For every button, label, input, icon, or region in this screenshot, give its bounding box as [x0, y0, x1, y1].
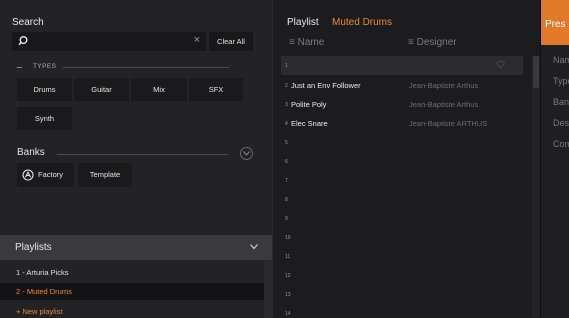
types-divider: TYPES: [17, 63, 229, 73]
table-row[interactable]: 14: [273, 304, 523, 318]
row-number: 5: [285, 140, 288, 146]
bank-label: Factory: [38, 170, 64, 179]
preset-info-panel: Pres Nam Type Ban Des Com: [540, 0, 569, 318]
column-header-designer[interactable]: ≡ Designer: [408, 37, 457, 48]
table-row[interactable]: 12: [273, 266, 523, 285]
table-row[interactable]: 6: [273, 152, 523, 171]
row-number: 14: [285, 311, 291, 317]
row-number: 9: [285, 216, 288, 222]
chevron-down-icon: [250, 244, 258, 250]
table-row[interactable]: 10: [273, 228, 523, 247]
table-row[interactable]: 13: [273, 285, 523, 304]
row-number: 7: [285, 178, 288, 184]
table-row[interactable]: 8: [273, 190, 523, 209]
type-button-guitar[interactable]: Guitar: [74, 78, 129, 101]
clear-search-icon[interactable]: ×: [194, 34, 200, 46]
table-row[interactable]: 1: [281, 56, 523, 75]
clear-all-button[interactable]: Clear All: [209, 32, 253, 51]
type-button-synth[interactable]: Synth: [17, 107, 72, 130]
heart-icon[interactable]: [496, 60, 505, 69]
type-button-drums[interactable]: Drums: [17, 78, 72, 101]
playlist-item[interactable]: 1 - Arturia Picks: [0, 264, 264, 281]
row-number: 4: [285, 121, 288, 127]
preset-designer: Jean-Baptiste Arthus: [409, 81, 479, 90]
scrollbar[interactable]: [264, 260, 272, 318]
table-row[interactable]: 4 Elec Snare Jean-Baptiste ARTHUS: [273, 114, 523, 133]
row-number: 6: [285, 159, 288, 165]
preset-designer: Jean-Baptiste Arthus: [409, 100, 479, 109]
arturia-logo-icon: [22, 169, 34, 181]
divider: [57, 154, 228, 155]
preset-name: Elec Snare: [291, 119, 328, 128]
divider: [63, 67, 229, 68]
row-number: 1: [285, 63, 288, 69]
table-row[interactable]: 11: [273, 247, 523, 266]
search-title: Search: [12, 17, 44, 28]
types-collapse-icon[interactable]: [17, 67, 22, 68]
table-row[interactable]: 7: [273, 171, 523, 190]
row-number: 3: [285, 102, 288, 108]
types-label: TYPES: [33, 63, 57, 70]
field-label-name: Nam: [553, 55, 569, 65]
row-number: 2: [285, 83, 288, 89]
bank-button-factory[interactable]: Factory: [17, 163, 74, 187]
scrollbar-thumb[interactable]: [533, 56, 539, 88]
row-number: 11: [285, 254, 291, 260]
row-number: 12: [285, 273, 291, 279]
preset-panel-title: Pres: [545, 19, 566, 30]
playlist-title: Playlist: [287, 17, 319, 28]
playlist-item-selected[interactable]: 2 - Muted Drums: [0, 283, 264, 300]
row-number: 10: [285, 235, 291, 241]
table-row[interactable]: 2 Just an Env Follower Jean-Baptiste Art…: [273, 76, 523, 95]
type-button-sfx[interactable]: SFX: [189, 78, 243, 101]
preset-panel-header: Pres: [541, 0, 569, 45]
table-row[interactable]: 5: [273, 133, 523, 152]
playlist-name: Muted Drums: [332, 17, 393, 28]
search-icon: [18, 36, 28, 46]
search-input[interactable]: ×: [12, 32, 206, 51]
playlists-header[interactable]: Playlists: [0, 235, 272, 260]
row-number: 13: [285, 292, 291, 298]
browser-left-panel: Search × Clear All TYPES Drums Guitar Mi…: [0, 0, 272, 318]
new-playlist-link[interactable]: + New playlist: [0, 303, 264, 318]
field-label-type: Type: [553, 76, 569, 86]
column-header-name[interactable]: ≡ Name: [289, 37, 324, 48]
chevron-down-icon: [243, 151, 250, 156]
playlist-panel: Playlist Muted Drums ≡ Name ≡ Designer 1…: [272, 0, 540, 318]
playlists-title: Playlists: [15, 242, 52, 253]
preset-designer: Jean-Baptiste ARTHUS: [409, 119, 488, 128]
field-label-bank: Ban: [553, 97, 569, 107]
row-number: 8: [285, 197, 288, 203]
banks-title: Banks: [17, 147, 45, 158]
bank-button-template[interactable]: Template: [78, 163, 132, 187]
field-label-designer: Des: [553, 118, 569, 128]
table-row[interactable]: 3 Polite Poly Jean-Baptiste Arthus: [273, 95, 523, 114]
preset-name: Just an Env Follower: [291, 81, 361, 90]
table-row[interactable]: 9: [273, 209, 523, 228]
field-label-comment: Com: [553, 139, 569, 149]
scrollbar[interactable]: [532, 56, 540, 318]
banks-expand-button[interactable]: [240, 147, 253, 160]
preset-name: Polite Poly: [291, 100, 327, 109]
type-button-mix[interactable]: Mix: [131, 78, 187, 101]
